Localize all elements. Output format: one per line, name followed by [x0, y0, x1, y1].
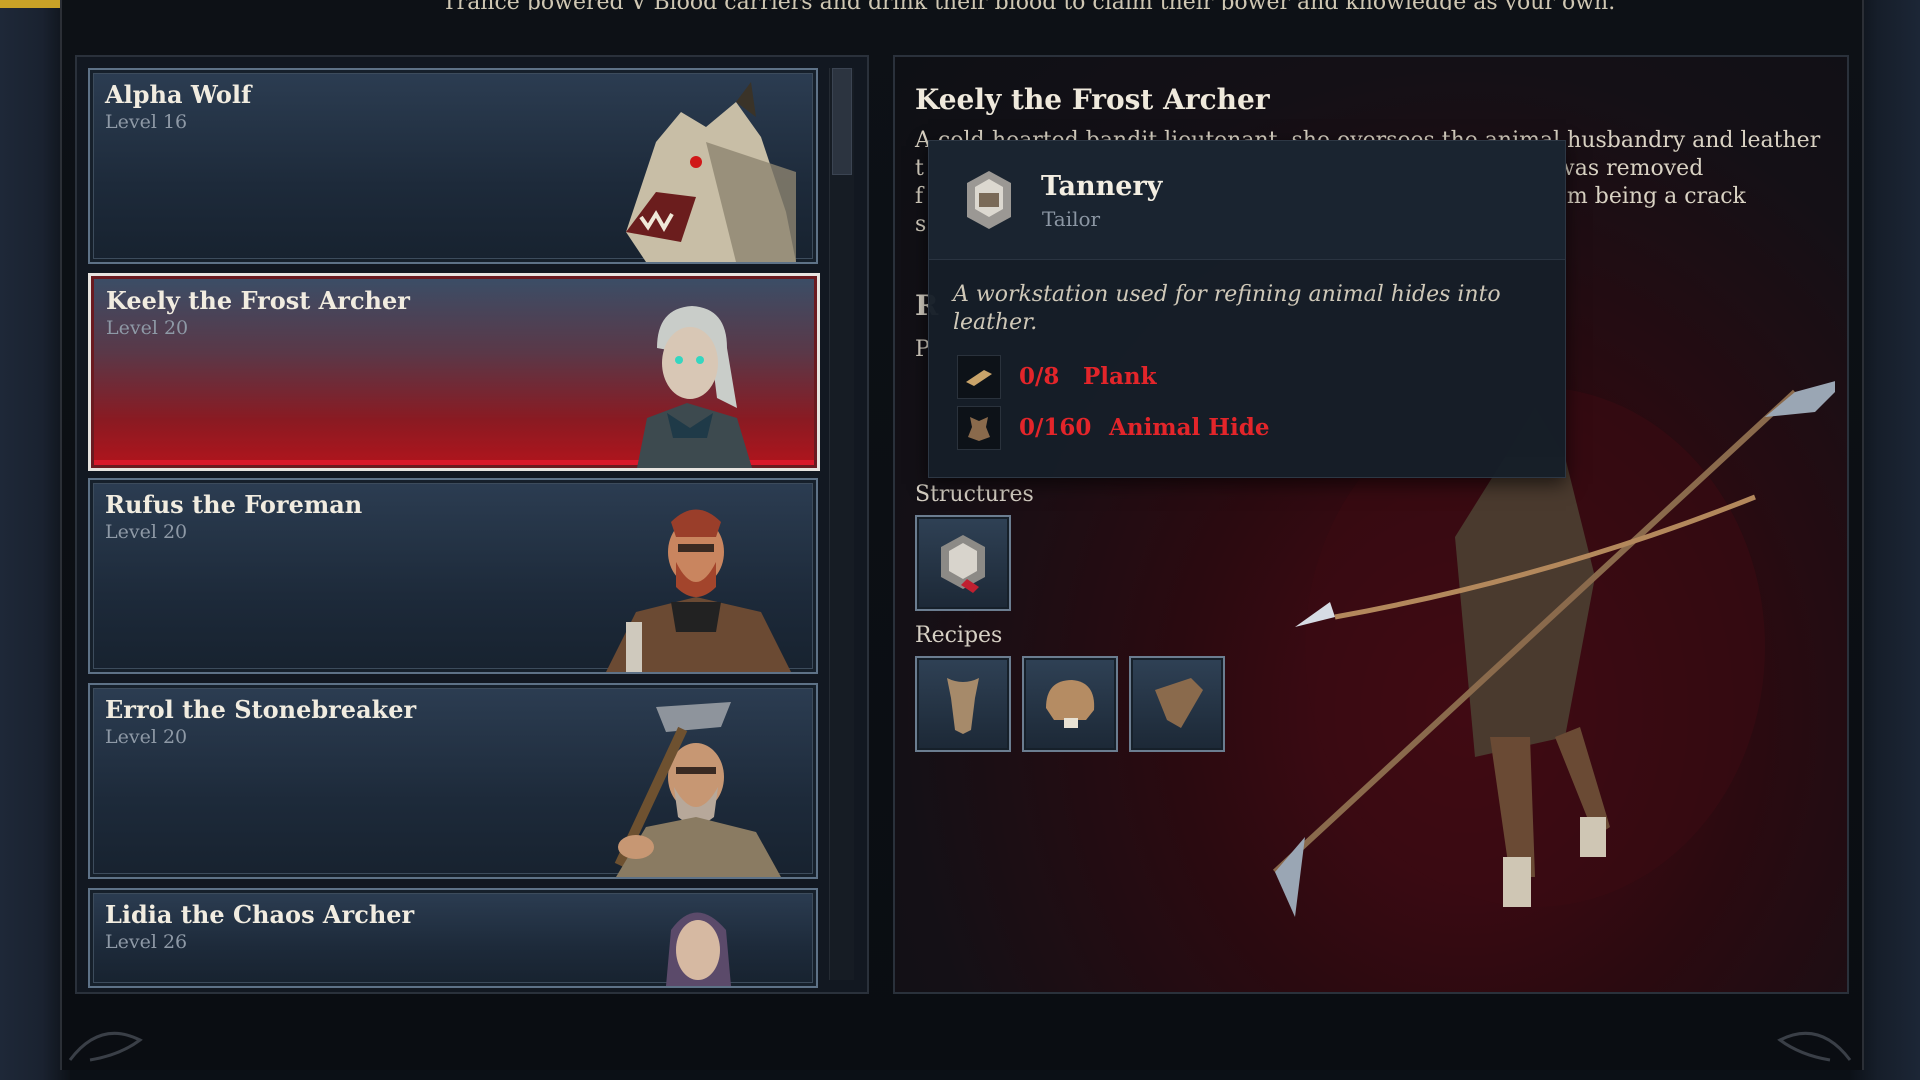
wolf-portrait-icon [626, 82, 796, 262]
foreman-portrait-icon [606, 509, 791, 672]
plank-icon [957, 355, 1001, 399]
vblood-card-keely[interactable]: Keely the Frost Archer Level 20 [88, 273, 820, 471]
chaos-archer-portrait-icon [666, 912, 731, 986]
recipe-slot[interactable] [915, 656, 1011, 752]
vblood-name: Keely the Frost Archer [106, 286, 410, 315]
list-scrollbar[interactable] [829, 68, 854, 980]
detail-title: Keely the Frost Archer [915, 83, 1270, 116]
list-scrollbar-thumb[interactable] [832, 68, 852, 175]
recipe-slot[interactable] [1129, 656, 1225, 752]
stonebreaker-portrait-icon [614, 702, 781, 877]
vblood-name: Rufus the Foreman [105, 490, 363, 519]
requirement-name: Animal Hide [1109, 414, 1270, 441]
frame-ornament [68, 1031, 1852, 1062]
requirement-row: 0/160 Animal Hide [957, 406, 1517, 450]
vblood-level: Level 20 [105, 521, 188, 543]
vblood-card-errol[interactable]: Errol the Stonebreaker Level 20 [88, 683, 818, 879]
vblood-level: Level 26 [105, 931, 188, 953]
tannery-icon [967, 171, 1011, 229]
vblood-name: Lidia the Chaos Archer [105, 900, 415, 929]
vblood-card-lidia[interactable]: Lidia the Chaos Archer Level 26 [88, 888, 818, 988]
tooltip-title: Tannery [1041, 171, 1163, 202]
leather-cap-icon [1046, 680, 1095, 728]
animal-hide-icon [957, 406, 1001, 450]
structures-label: Structures [915, 482, 1034, 507]
vblood-name: Alpha Wolf [105, 80, 252, 109]
recipes-label: Recipes [915, 623, 1003, 648]
requirement-name: Plank [1083, 363, 1157, 390]
tooltip-header: Tannery Tailor [929, 141, 1565, 260]
requirement-row: 0/8 Plank [957, 355, 1517, 399]
vblood-level: Level 16 [105, 111, 188, 133]
tooltip-subtitle: Tailor [1042, 207, 1101, 231]
vblood-card-rufus[interactable]: Rufus the Foreman Level 20 [88, 478, 818, 674]
vblood-name: Errol the Stonebreaker [105, 695, 417, 724]
requirement-count: 0/160 [1019, 414, 1092, 441]
tannery-structure-icon [941, 535, 985, 593]
vblood-level: Level 20 [105, 726, 188, 748]
frost-archer-portrait-icon [637, 306, 752, 468]
leather-scrap-icon [1155, 678, 1203, 728]
vblood-card-alpha-wolf[interactable]: Alpha Wolf Level 16 [88, 68, 818, 264]
menu-description: Trance powered V Blood carriers and drin… [442, 0, 1642, 10]
requirement-count: 0/8 [1019, 363, 1060, 390]
tooltip-description: A workstation used for refining animal h… [953, 282, 1501, 335]
leather-scarf-icon [947, 678, 979, 734]
tannery-tooltip: Tannery Tailor A workstation used for re… [928, 140, 1566, 478]
structure-slot[interactable] [915, 515, 1011, 611]
vblood-level: Level 20 [106, 317, 189, 339]
recipe-slot[interactable] [1022, 656, 1118, 752]
